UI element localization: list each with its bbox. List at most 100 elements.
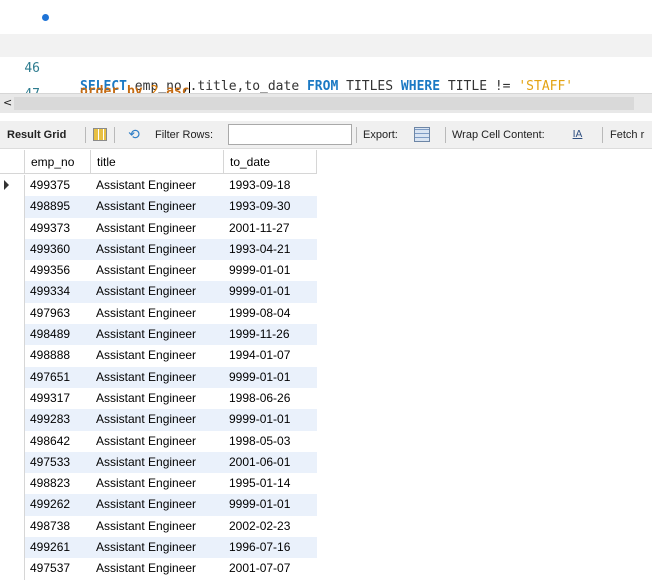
cell-title[interactable]: Assistant Engineer [91, 366, 224, 388]
table-row[interactable]: 499360 Assistant Engineer 1993-04-21 [0, 238, 317, 261]
cell-emp-no[interactable]: 499262 [25, 494, 91, 516]
cell-emp-no[interactable]: 499317 [25, 388, 91, 409]
code-line-47[interactable]: 47 [0, 60, 652, 102]
table-row[interactable]: 499373 Assistant Engineer 2001-11-27 [0, 217, 317, 239]
table-row[interactable]: 499262 Assistant Engineer 9999-01-01 [0, 494, 317, 516]
cell-to-date[interactable]: 2001-11-27 [224, 218, 317, 239]
row-gutter[interactable] [0, 537, 25, 559]
row-gutter[interactable] [0, 387, 25, 410]
row-gutter[interactable] [0, 451, 25, 474]
cell-emp-no[interactable]: 498823 [25, 473, 91, 494]
cell-emp-no[interactable]: 498738 [25, 516, 91, 537]
row-gutter[interactable] [0, 238, 25, 261]
row-gutter[interactable] [0, 430, 25, 452]
cell-title[interactable]: Assistant Engineer [91, 451, 224, 474]
table-row[interactable]: 498738 Assistant Engineer 2002-02-23 [0, 515, 317, 538]
row-gutter[interactable] [0, 196, 25, 218]
cell-emp-no[interactable]: 497963 [25, 303, 91, 324]
cell-to-date[interactable]: 9999-01-01 [224, 281, 317, 303]
table-row[interactable]: 497963 Assistant Engineer 1999-08-04 [0, 302, 317, 325]
row-gutter[interactable] [0, 302, 25, 325]
editor-horizontal-scrollbar[interactable]: < [0, 93, 652, 113]
cell-title[interactable]: Assistant Engineer [91, 494, 224, 516]
cell-title[interactable]: Assistant Engineer [91, 473, 224, 494]
table-row[interactable]: 499356 Assistant Engineer 9999-01-01 [0, 260, 317, 282]
cell-to-date[interactable]: 2001-07-07 [224, 558, 317, 579]
cell-to-date[interactable]: 9999-01-01 [224, 366, 317, 388]
cell-to-date[interactable]: 1998-06-26 [224, 388, 317, 409]
table-row[interactable]: 497533 Assistant Engineer 2001-06-01 [0, 451, 317, 474]
cell-to-date[interactable]: 1999-11-26 [224, 324, 317, 346]
column-header-emp-no[interactable]: emp_no [25, 150, 91, 174]
table-row[interactable]: 499334 Assistant Engineer 9999-01-01 [0, 281, 317, 303]
cell-emp-no[interactable]: 499283 [25, 409, 91, 431]
scroll-left-icon[interactable]: < [3, 96, 12, 110]
column-header-title[interactable]: title [91, 150, 224, 174]
code-line-46[interactable]: 46 order by 2 asc; [0, 34, 652, 99]
column-header-to-date[interactable]: to_date [224, 150, 317, 174]
row-gutter[interactable] [0, 473, 25, 495]
table-row[interactable]: 498823 Assistant Engineer 1995-01-14 [0, 473, 317, 495]
cell-emp-no[interactable]: 498489 [25, 324, 91, 346]
table-row[interactable]: 499283 Assistant Engineer 9999-01-01 [0, 409, 317, 431]
cell-emp-no[interactable]: 499334 [25, 281, 91, 303]
row-gutter[interactable] [0, 345, 25, 367]
wrap-text-icon[interactable]: IA [571, 128, 584, 141]
cell-to-date[interactable]: 2002-02-23 [224, 516, 317, 537]
row-gutter[interactable] [0, 515, 25, 538]
cell-title[interactable]: Assistant Engineer [91, 238, 224, 261]
row-gutter[interactable] [0, 217, 25, 239]
cell-emp-no[interactable]: 499373 [25, 218, 91, 239]
cell-to-date[interactable]: 1993-09-18 [224, 175, 317, 196]
row-gutter[interactable] [0, 494, 25, 516]
cell-emp-no[interactable]: 498888 [25, 345, 91, 366]
cell-title[interactable]: Assistant Engineer [91, 281, 224, 303]
result-grid-tab[interactable]: Result Grid [7, 121, 66, 149]
cell-title[interactable]: Assistant Engineer [91, 537, 224, 559]
export-icon[interactable] [414, 127, 430, 142]
result-grid[interactable]: emp_no title to_date 499375 Assistant Eng… [0, 150, 652, 587]
cell-emp-no[interactable]: 498895 [25, 196, 91, 218]
cell-title[interactable]: Assistant Engineer [91, 324, 224, 346]
cell-to-date[interactable]: 9999-01-01 [224, 260, 317, 281]
cell-title[interactable]: Assistant Engineer [91, 260, 224, 281]
code-line-45[interactable]: 45 SELECT emp_no, title,to_date FROM TIT… [0, 6, 652, 94]
row-gutter[interactable] [0, 409, 25, 431]
row-gutter[interactable] [0, 260, 25, 282]
cell-to-date[interactable]: 1999-08-04 [224, 303, 317, 324]
cell-emp-no[interactable]: 499261 [25, 537, 91, 559]
cell-title[interactable]: Assistant Engineer [91, 218, 224, 239]
cell-emp-no[interactable]: 499356 [25, 260, 91, 281]
filter-rows-input[interactable] [228, 124, 352, 145]
cell-emp-no[interactable]: 497537 [25, 558, 91, 579]
cell-emp-no[interactable]: 499375 [25, 175, 91, 196]
row-gutter[interactable] [0, 366, 25, 388]
cell-to-date[interactable]: 1994-01-07 [224, 345, 317, 366]
table-row[interactable]: 498642 Assistant Engineer 1998-05-03 [0, 430, 317, 452]
cell-title[interactable]: Assistant Engineer [91, 431, 224, 452]
cell-to-date[interactable]: 1993-04-21 [224, 238, 317, 261]
cell-title[interactable]: Assistant Engineer [91, 345, 224, 366]
table-row[interactable]: 499375 Assistant Engineer 1993-09-18 [0, 175, 317, 197]
cell-emp-no[interactable]: 497651 [25, 366, 91, 388]
row-gutter[interactable] [0, 558, 25, 580]
refresh-icon[interactable]: ⟲ [124, 126, 144, 144]
row-gutter[interactable] [0, 324, 25, 346]
table-row[interactable]: 497651 Assistant Engineer 9999-01-01 [0, 366, 317, 388]
cell-to-date[interactable]: 9999-01-01 [224, 409, 317, 431]
table-row[interactable]: 498888 Assistant Engineer 1994-01-07 [0, 345, 317, 367]
cell-title[interactable]: Assistant Engineer [91, 388, 224, 409]
cell-to-date[interactable]: 1998-05-03 [224, 431, 317, 452]
scrollbar-thumb[interactable] [14, 97, 634, 110]
cell-title[interactable]: Assistant Engineer [91, 516, 224, 537]
cell-to-date[interactable]: 9999-01-01 [224, 494, 317, 516]
cell-emp-no[interactable]: 499360 [25, 238, 91, 261]
cell-to-date[interactable]: 2001-06-01 [224, 451, 317, 474]
cell-to-date[interactable]: 1996-07-16 [224, 537, 317, 559]
sql-editor[interactable]: 45 SELECT emp_no, title,to_date FROM TIT… [0, 0, 652, 102]
table-row[interactable]: 499261 Assistant Engineer 1996-07-16 [0, 537, 317, 559]
row-gutter[interactable] [0, 175, 25, 197]
cell-title[interactable]: Assistant Engineer [91, 303, 224, 324]
cell-title[interactable]: Assistant Engineer [91, 175, 224, 196]
cell-title[interactable]: Assistant Engineer [91, 558, 224, 579]
